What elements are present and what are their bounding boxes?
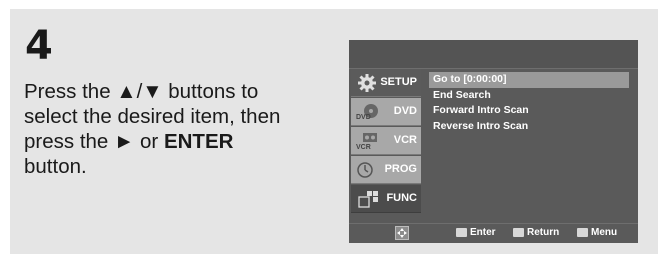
clock-icon [357,162,373,178]
menu-top-bar [349,40,638,69]
sidebar-item-label: DVD [393,105,417,117]
sidebar-item-label: VCR [393,134,417,146]
step-text-part: press the [24,130,115,153]
sidebar-item-dvd[interactable]: DVD DVD [351,98,421,126]
menu-label: Menu [591,227,618,238]
sidebar-item-label: FUNC [386,192,417,204]
enter-label: Enter [470,227,496,238]
step-text-part: buttons to [162,80,259,103]
step-instructions: Press the ▲/▼ buttons to select the desi… [24,79,334,179]
step-text-part: select the desired item, then [24,105,281,128]
sidebar-item-vcr[interactable]: VCR VCR [351,127,421,155]
func-icon [358,191,378,208]
svg-text:DVD: DVD [356,114,371,121]
enter-keyword: ENTER [163,130,234,153]
menu-item-goto[interactable]: Go to [0:00:00] [429,72,629,88]
sidebar-item-setup[interactable]: SETUP [351,69,421,97]
sidebar-item-prog[interactable]: PROG [351,156,421,184]
return-label: Return [527,227,560,238]
vcr-icon: VCR [356,133,377,151]
function-menu-list: Go to [0:00:00] End Search Forward Intro… [429,72,629,134]
return-icon [513,228,524,237]
menu-item-end-search[interactable]: End Search [429,88,629,104]
sidebar-item-label: SETUP [380,76,417,88]
dvd-menu-screen: SETUP DVD DVD VCR VCR PROG FUNC Go to [0… [349,40,638,243]
step-text-part: button. [24,155,87,178]
menu-item-forward-intro-scan[interactable]: Forward Intro Scan [429,103,629,119]
svg-text:VCR: VCR [356,144,371,151]
navigation-icon [395,226,409,240]
menu-sidebar: SETUP DVD DVD VCR VCR PROG FUNC [349,69,423,223]
menu-icon [577,228,588,237]
sidebar-item-label: PROG [384,163,417,175]
menu-item-reverse-intro-scan[interactable]: Reverse Intro Scan [429,119,629,135]
step-text-part: or [134,130,164,153]
step-text-part: Press the [24,80,117,103]
enter-icon [456,228,467,237]
dvd-icon: DVD [356,104,378,121]
step-number: 4 [25,23,53,69]
sidebar-item-func[interactable]: FUNC [351,185,421,213]
menu-bottom-bar: Enter Return Menu [349,223,638,243]
right-arrow: ► [114,130,135,153]
up-down-arrows: ▲/▼ [116,80,163,103]
gear-icon [358,74,376,92]
